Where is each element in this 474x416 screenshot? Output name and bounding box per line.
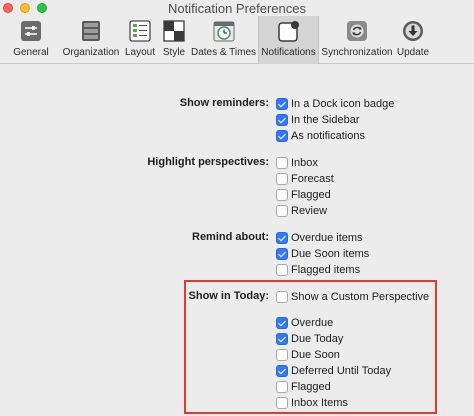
toolbar-label: General (13, 47, 49, 58)
today-deferred-checkbox[interactable]: Deferred Until Today (276, 364, 391, 378)
checkbox-unchecked[interactable] (276, 397, 288, 409)
toolbar-item-dates-times[interactable]: Dates & Times (191, 16, 256, 64)
notification-icon (277, 20, 300, 42)
toolbar-item-style[interactable]: Style (159, 16, 189, 64)
checkbox-unchecked[interactable] (276, 205, 288, 217)
reminder-sidebar-checkbox[interactable]: In the Sidebar (276, 113, 360, 127)
today-flagged-checkbox[interactable]: Flagged (276, 380, 331, 394)
toolbar-label: Notifications (261, 47, 316, 58)
toolbar-label: Update (396, 47, 430, 58)
checkbox-unchecked[interactable] (276, 264, 288, 276)
toolbar-item-update[interactable]: Update (395, 16, 431, 64)
remind-overdue-checkbox[interactable]: Overdue items (276, 231, 363, 245)
highlight-review-checkbox[interactable]: Review (276, 204, 327, 218)
remind-about-label: Remind about: (192, 231, 269, 243)
highlight-inbox-checkbox[interactable]: Inbox (276, 156, 318, 170)
checkbox-checked[interactable] (276, 130, 288, 142)
sync-icon (346, 20, 368, 42)
highlight-forecast-checkbox[interactable]: Forecast (276, 172, 334, 186)
window-title: Notification Preferences (167, 1, 306, 16)
checkbox-unchecked[interactable] (276, 157, 288, 169)
toolbar-item-general[interactable]: General (5, 16, 57, 64)
toolbar-item-synchronization[interactable]: Synchronization (321, 16, 393, 64)
reminder-dock-badge-checkbox[interactable]: In a Dock icon badge (276, 97, 394, 111)
toolbar-item-organization[interactable]: Organization (62, 16, 120, 64)
title-bar: Notification Preferences (0, 0, 474, 16)
today-due-today-checkbox[interactable]: Due Today (276, 332, 343, 346)
checkbox-checked[interactable] (276, 232, 288, 244)
toolbar-item-notifications[interactable]: Notifications (258, 16, 319, 64)
today-inbox-items-checkbox[interactable]: Inbox Items (276, 396, 348, 410)
checkbox-checked[interactable] (276, 114, 288, 126)
checkbox-unchecked[interactable] (276, 381, 288, 393)
toolbar-item-layout[interactable]: Layout (123, 16, 157, 64)
preferences-content: Show reminders: In a Dock icon badge In … (0, 65, 474, 416)
highlight-perspectives-label: Highlight perspectives: (147, 156, 269, 168)
layout-icon (129, 20, 151, 42)
today-overdue-checkbox[interactable]: Overdue (276, 316, 333, 330)
toolbar-label: Organization (62, 47, 120, 58)
switches-icon (20, 20, 42, 42)
style-icon (163, 20, 185, 42)
checkbox-unchecked[interactable] (276, 173, 288, 185)
remind-due-soon-checkbox[interactable]: Due Soon items (276, 247, 369, 261)
toolbar-label: Dates & Times (191, 47, 257, 58)
toolbar-label: Synchronization (321, 47, 393, 58)
today-due-soon-checkbox[interactable]: Due Soon (276, 348, 340, 362)
drawers-icon (80, 20, 102, 42)
checkbox-checked[interactable] (276, 248, 288, 260)
checkbox-unchecked[interactable] (276, 291, 288, 303)
toolbar-label: Layout (124, 47, 156, 58)
toolbar-label: Style (162, 47, 186, 58)
checkbox-checked[interactable] (276, 333, 288, 345)
calendar-clock-icon (213, 20, 235, 42)
show-in-today-label: Show in Today: (188, 290, 269, 302)
checkbox-unchecked[interactable] (276, 189, 288, 201)
checkbox-checked[interactable] (276, 317, 288, 329)
remind-flagged-checkbox[interactable]: Flagged items (276, 263, 360, 277)
show-reminders-label: Show reminders: (179, 97, 269, 109)
preferences-toolbar: General Organization Layout Style Dates … (0, 16, 474, 64)
checkbox-checked[interactable] (276, 365, 288, 377)
download-icon (402, 20, 424, 42)
checkbox-checked[interactable] (276, 98, 288, 110)
today-custom-perspective-checkbox[interactable]: Show a Custom Perspective (276, 290, 429, 304)
highlight-flagged-checkbox[interactable]: Flagged (276, 188, 331, 202)
reminder-notifications-checkbox[interactable]: As notifications (276, 129, 365, 143)
checkbox-unchecked[interactable] (276, 349, 288, 361)
